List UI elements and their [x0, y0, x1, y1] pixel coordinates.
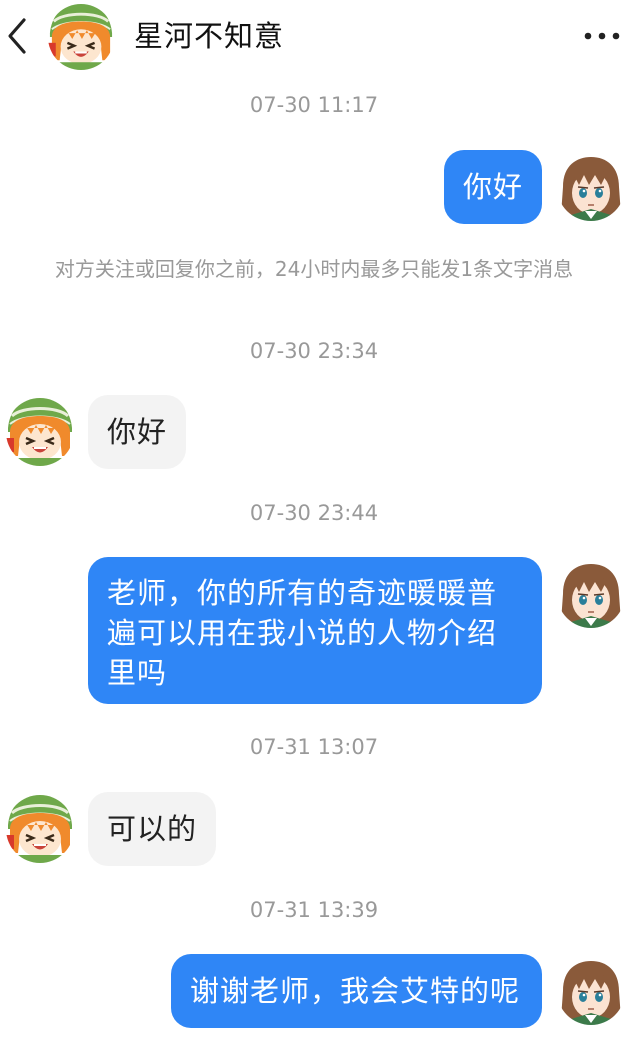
my-message-bubble[interactable]: 老师，你的所有的奇迹暖暖普遍可以用在我小说的人物介绍里吗: [88, 557, 542, 704]
my-avatar[interactable]: [557, 560, 625, 628]
contact-avatar[interactable]: [48, 4, 114, 70]
message-timestamp: 07-30 23:44: [249, 501, 379, 525]
message-timestamp: 07-30 11:17: [249, 93, 379, 117]
chevron-left-icon: [8, 18, 26, 54]
more-dots-icon: [584, 32, 620, 40]
back-button[interactable]: [4, 14, 32, 58]
my-message-bubble[interactable]: 谢谢老师，我会艾特的呢: [171, 954, 542, 1028]
contact-message-avatar[interactable]: [6, 398, 74, 466]
contact-message-avatar[interactable]: [6, 795, 74, 863]
system-notice: 对方关注或回复你之前，24小时内最多只能发1条文字消息: [54, 257, 574, 281]
contact-message-bubble[interactable]: 可以的: [88, 792, 216, 866]
my-avatar[interactable]: [557, 153, 625, 221]
message-timestamp: 07-31 13:39: [249, 898, 379, 922]
message-timestamp: 07-31 13:07: [249, 735, 379, 759]
message-timestamp: 07-30 23:34: [249, 339, 379, 363]
my-avatar[interactable]: [557, 957, 625, 1025]
chat-header: 星河不知意: [0, 0, 640, 74]
more-options-button[interactable]: [580, 18, 624, 54]
contact-name: 星河不知意: [134, 19, 285, 53]
my-message-bubble[interactable]: 你好: [444, 150, 542, 224]
contact-message-bubble[interactable]: 你好: [88, 395, 186, 469]
